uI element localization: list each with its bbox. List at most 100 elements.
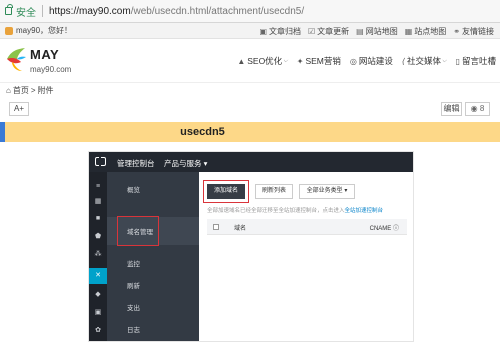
sidebar-item-billing: 支出 <box>127 305 140 312</box>
sitemap-icon: ▤ <box>356 27 364 36</box>
refresh-list-button: 刷新列表 <box>255 184 293 199</box>
welcome: may90，您好！ <box>5 25 72 36</box>
top-links: ▣ 文章归档 ☑ 文章更新 ▤ 网站地图 ▦ 站点地图 ⚭ 友情链接 <box>259 26 494 37</box>
top-link-sitemap-alt[interactable]: ▦ 站点地图 <box>405 26 447 37</box>
domain-table-header: 域名 CNAME ⓘ <box>207 219 407 235</box>
site-header: MAY may90.com ▲ SEO优化 ⌵ ✦ SEM营销 ◎ 网站建设 ⟨ 社交媒体… <box>0 40 500 83</box>
column-cname-label: CNAME <box>369 226 392 232</box>
avatar <box>5 26 13 35</box>
nav-item-social[interactable]: ⟨ 社交媒体 ⌵ <box>402 55 447 67</box>
console-topbar: 管理控制台 产品与服务 ▾ <box>89 152 413 172</box>
menu-icon: ≡ <box>95 183 101 190</box>
view-count: ◉ 8 <box>465 102 490 116</box>
font-size-button[interactable]: A+ <box>9 102 30 116</box>
business-type-label: 全部业务类型 <box>306 188 343 194</box>
sidebar-item-overview: 概览 <box>127 187 140 194</box>
post-title-bar: usecdn5 <box>0 122 500 142</box>
view-count-value: 8 <box>479 104 485 113</box>
breadcrumb-home[interactable]: 首页 <box>13 85 29 96</box>
url-text[interactable]: https://may90.com/web/usecdn.html/attach… <box>49 6 304 17</box>
top-link-label: 文章更新 <box>317 27 350 36</box>
lock-icon <box>5 4 13 15</box>
bird-logo-icon[interactable] <box>5 45 27 73</box>
column-domain: 域名 <box>234 226 247 232</box>
chevron-down-icon: ⌵ <box>442 57 447 64</box>
shield-icon: ⬟ <box>94 233 102 240</box>
top-toolbar: may90，您好！ ▣ 文章归档 ☑ 文章更新 ▤ 网站地图 ▦ 站点地图 ⚭ 友情链接 <box>0 23 500 39</box>
link-icon: ⚭ <box>453 27 460 36</box>
console-icon-rail: ≡ ▦ ■ ⬟ ⁂ ✕ ◆ ▣ ✿ <box>89 172 107 341</box>
nav-label: 网站建设 <box>358 56 393 66</box>
migration-tip: 全部加速域名已经全部迁移至全站加速控制台，点击进入全站加速控制台 <box>207 206 383 214</box>
secure-label: 安全 <box>16 7 36 19</box>
chevron-down-icon: ⌵ <box>283 57 288 64</box>
help-icon: ⓘ <box>392 226 399 232</box>
server-icon: ■ <box>95 215 101 222</box>
column-cname: CNAME ⓘ <box>370 223 399 232</box>
console-label: 管理控制台 <box>117 159 155 168</box>
cluster-icon: ⁂ <box>94 251 102 258</box>
scan-icon: ▣ <box>259 27 267 36</box>
sem-icon: ✦ <box>296 56 304 66</box>
sidebar-item-refresh: 刷新 <box>127 283 140 290</box>
edit-button[interactable]: 编辑 <box>441 102 462 116</box>
nav-item-message[interactable]: ▯ 留言吐槽 <box>456 55 496 67</box>
console-main: 添加域名 刷新列表 全部业务类型 ▾ 全部加速域名已经全部迁移至全站加速控制台，… <box>199 172 413 341</box>
highlight-box <box>203 180 249 203</box>
box-icon: ▣ <box>94 309 102 316</box>
tip-link: 全站加速控制台 <box>344 208 384 214</box>
home-icon: ⌂ <box>6 86 11 95</box>
site-name[interactable]: MAY <box>30 47 59 62</box>
nav-label: SEO优化 <box>247 56 283 66</box>
top-link-sitemap[interactable]: ▤ 网站地图 <box>356 26 398 37</box>
highlight-box <box>117 216 159 246</box>
breadcrumb: ⌂ 首页 > 附件 <box>6 85 54 96</box>
products-label: 产品与服务 <box>164 159 202 168</box>
sidebar-item-monitor: 监控 <box>127 261 140 268</box>
console-sidebar: 概览 域名管理 监控 刷新 支出 日志 工具 <box>107 172 199 341</box>
address-bar[interactable]: 安全 https://may90.com/web/usecdn.html/att… <box>0 0 500 23</box>
nav-label: SEM营销 <box>305 56 341 66</box>
caret-down-icon: ▾ <box>344 188 348 194</box>
url-host: https://may90.com <box>49 5 131 17</box>
cdn-icon: ✕ <box>89 268 107 284</box>
top-link-label: 站点地图 <box>414 27 447 36</box>
breadcrumb-current[interactable]: 附件 <box>38 85 54 96</box>
nav-item-build[interactable]: ◎ 网站建设 <box>350 55 393 67</box>
select-all-checkbox <box>213 224 219 230</box>
attachment-image: 管理控制台 产品与服务 ▾ ≡ ▦ ■ ⬟ ⁂ ✕ ◆ ▣ ✿ 概览 域名管理 … <box>88 151 414 342</box>
settings-icon: ✿ <box>95 327 101 334</box>
main-nav: ▲ SEO优化 ⌵ ✦ SEM营销 ◎ 网站建设 ⟨ 社交媒体 ⌵ ▯ 留言吐槽 <box>237 55 496 67</box>
sidebar-item-logs: 日志 <box>127 327 140 334</box>
build-icon: ◎ <box>349 56 357 66</box>
top-link-archive[interactable]: ▣ 文章归档 <box>259 26 301 37</box>
nav-label: 留言吐槽 <box>461 56 496 66</box>
nav-item-sem[interactable]: ✦ SEM营销 <box>297 55 341 67</box>
caret-down-icon: ▾ <box>203 159 208 168</box>
site-domain: may90.com <box>30 65 72 74</box>
top-link-label: 文章归档 <box>269 27 301 36</box>
social-icon: ⟨ <box>401 56 405 66</box>
grid-icon: ▦ <box>94 198 102 205</box>
address-separator <box>42 5 43 17</box>
nav-label: 社交媒体 <box>407 56 442 66</box>
cloud-logo-icon <box>95 156 106 166</box>
update-icon: ☑ <box>308 27 316 36</box>
nav-item-seo[interactable]: ▲ SEO优化 ⌵ <box>237 55 287 67</box>
map-icon: ▦ <box>404 27 413 36</box>
business-type-dropdown: 全部业务类型 ▾ <box>299 184 355 199</box>
top-link-label: 友情链接 <box>462 27 494 36</box>
message-icon: ▯ <box>455 56 460 66</box>
tip-text: 全部加速域名已经全部迁移至全站加速控制台，点击进入 <box>207 208 345 214</box>
top-link-friends[interactable]: ⚭ 友情链接 <box>453 26 494 37</box>
eye-icon: ◉ <box>470 104 478 113</box>
cube-icon: ◆ <box>95 291 101 298</box>
url-path: /web/usecdn.html/attachment/usecdn5/ <box>130 5 305 17</box>
breadcrumb-separator: > <box>30 86 36 95</box>
top-link-label: 网站地图 <box>365 27 398 36</box>
top-link-updates[interactable]: ☑ 文章更新 <box>308 26 349 37</box>
seo-icon: ▲ <box>237 56 246 66</box>
post-title: usecdn5 <box>180 126 225 138</box>
products-menu: 产品与服务 ▾ <box>164 158 207 169</box>
welcome-text: may90，您好！ <box>16 26 73 35</box>
